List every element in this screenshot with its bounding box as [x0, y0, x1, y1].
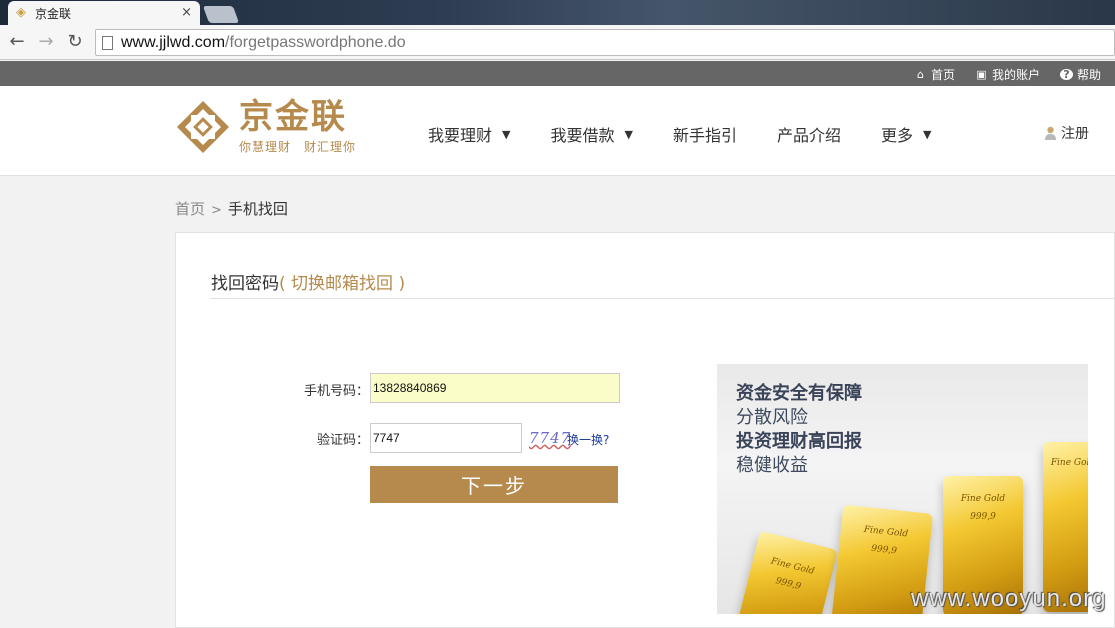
switch-email-link[interactable]: ( 切换邮箱找回 ) [279, 274, 405, 294]
new-tab-button[interactable] [202, 6, 240, 23]
browser-tab[interactable]: ◈ 京金联 × [8, 1, 200, 25]
browser-toolbar: ← → ↻ www.jjlwd.com/forgetpasswordphone.… [0, 25, 1115, 60]
recover-password-panel: 找回密码( 切换邮箱找回 ) 手机号码： 13828840869 验证码： 77… [175, 232, 1115, 628]
nav-item-invest[interactable]: 我要理财 ▼ [428, 122, 510, 146]
lock-icon: ▣ [976, 68, 987, 81]
watermark: www.wooyun.org [911, 585, 1107, 612]
user-icon [1044, 126, 1057, 140]
next-step-button[interactable]: 下一步 [370, 466, 618, 503]
nav-item-more[interactable]: 更多 ▼ [881, 122, 931, 146]
home-icon: ⌂ [916, 68, 924, 81]
nav-item-label: 产品介绍 [776, 126, 841, 145]
breadcrumb-current: 手机找回 [227, 200, 288, 218]
nav-item-label: 更多 [881, 126, 914, 145]
captcha-input[interactable]: 7747 [370, 423, 522, 453]
gold-bar-purity: 999,9 [970, 512, 996, 522]
nav-item-label: 新手指引 [672, 126, 737, 145]
nav-item-label: 我要理财 [428, 126, 493, 145]
promo-line-1: 资金安全有保障 [736, 383, 862, 404]
phone-label: 手机号码： [303, 384, 369, 399]
gold-bar-image: Fine Gold 999,9 [736, 530, 838, 614]
logo-mark-icon [175, 99, 231, 155]
top-account-link[interactable]: ▣ 我的账户 [975, 66, 1040, 83]
browser-tab-strip: ◈ 京金联 × [0, 0, 1115, 25]
top-account-label: 我的账户 [991, 68, 1040, 82]
logo-slogan: 你慧理财 财汇理你 [239, 140, 357, 154]
refresh-captcha-link[interactable]: 换一换? [567, 431, 609, 448]
panel-title-text: 找回密码 [211, 274, 279, 294]
logo-name: 京金联 [239, 97, 347, 137]
site-logo[interactable]: 京金联 你慧理财 财汇理你 [175, 98, 356, 155]
phone-input[interactable]: 13828840869 [370, 373, 620, 403]
register-link[interactable]: 注册 [1044, 123, 1089, 143]
gold-bar-engraving: Fine Gold [863, 524, 909, 540]
gold-bar-engraving: Fine Gold [960, 494, 1006, 504]
main-nav: 我要理财 ▼ 我要借款 ▼ 新手指引 产品介绍 更多 ▼ [428, 122, 971, 146]
site-top-bar: ⌂ 首页 ▣ 我的账户 ? 帮助 [0, 61, 1115, 86]
breadcrumb: 首页 > 手机找回 [175, 198, 288, 219]
panel-title: 找回密码( 切换邮箱找回 ) [211, 269, 405, 294]
url-path: /forgetpasswordphone.do [225, 33, 406, 51]
nav-item-label: 我要借款 [550, 126, 615, 145]
top-help-label: 帮助 [1076, 68, 1101, 82]
captcha-label: 验证码： [316, 433, 369, 448]
nav-item-products[interactable]: 产品介绍 [777, 122, 841, 146]
top-home-link[interactable]: ⌂ 首页 [914, 66, 955, 83]
browser-tab-title: 京金联 [35, 6, 72, 21]
forward-arrow-icon[interactable]: → [35, 31, 57, 53]
caret-down-icon: ▼ [624, 127, 633, 141]
caret-down-icon: ▼ [502, 127, 511, 141]
site-favicon-icon: ◈ [16, 5, 26, 20]
close-tab-icon[interactable]: × [181, 5, 192, 20]
url-host: www.jjlwd.com [121, 33, 226, 51]
breadcrumb-separator: > [211, 203, 222, 218]
top-help-link[interactable]: ? 帮助 [1059, 66, 1101, 83]
top-home-label: 首页 [930, 68, 955, 82]
nav-item-guide[interactable]: 新手指引 [673, 122, 737, 146]
promo-line-4: 稳健收益 [736, 455, 808, 476]
title-divider [210, 298, 1115, 299]
breadcrumb-home[interactable]: 首页 [175, 200, 205, 218]
caret-down-icon: ▼ [923, 127, 932, 141]
address-bar[interactable]: www.jjlwd.com/forgetpasswordphone.do [95, 29, 1115, 56]
promo-line-3: 投资理财高回报 [736, 431, 862, 452]
page-icon [102, 35, 113, 50]
reload-icon[interactable]: ↻ [64, 31, 86, 53]
nav-item-borrow[interactable]: 我要借款 ▼ [550, 122, 632, 146]
promo-banner: 资金安全有保障 分散风险 投资理财高回报 稳健收益 Fine Gold 999,… [717, 364, 1088, 614]
captcha-image[interactable]: 7747 [529, 429, 571, 447]
promo-line-2: 分散风险 [736, 407, 808, 428]
gold-bar-engraving: Fine Gold [1050, 458, 1088, 468]
back-arrow-icon[interactable]: ← [6, 31, 28, 53]
gold-bar-purity: 999,9 [870, 543, 898, 557]
promo-text: 资金安全有保障 分散风险 投资理财高回报 稳健收益 [736, 382, 862, 478]
register-label: 注册 [1061, 126, 1089, 142]
help-icon: ? [1059, 69, 1073, 80]
site-header: 京金联 你慧理财 财汇理你 我要理财 ▼ 我要借款 ▼ 新手指引 产品介绍 更多… [0, 86, 1115, 176]
